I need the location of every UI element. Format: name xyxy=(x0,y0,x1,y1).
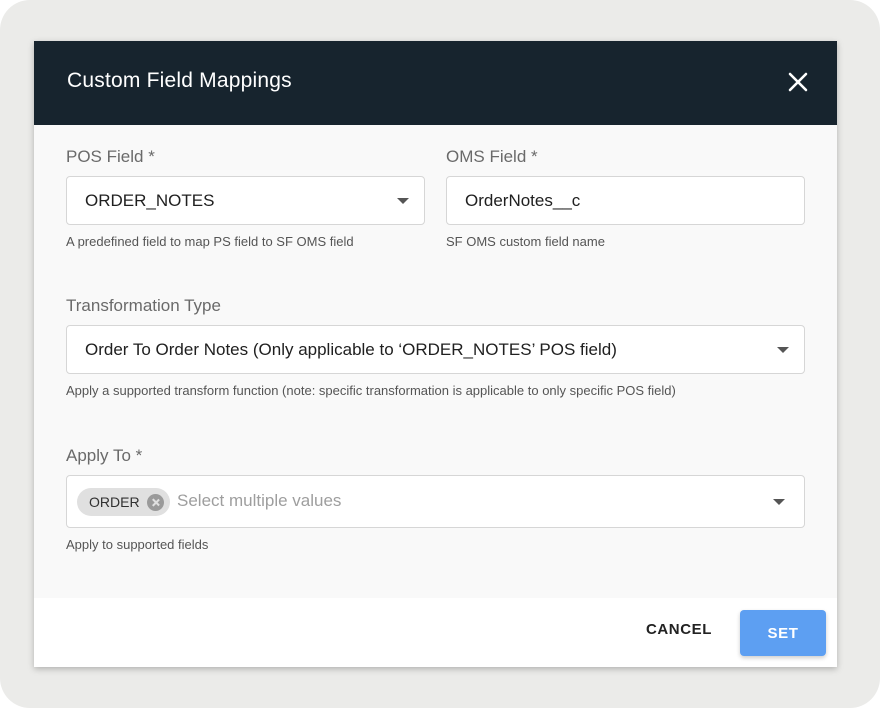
transformation-type-label: Transformation Type xyxy=(66,296,221,315)
pos-field-label: POS Field * xyxy=(66,147,155,166)
cancel-button[interactable]: CANCEL xyxy=(640,611,718,647)
close-icon[interactable] xyxy=(786,70,810,94)
chip-label: ORDER xyxy=(89,494,140,510)
dialog-footer: CANCEL SET xyxy=(34,598,837,667)
caret-down-icon xyxy=(777,347,789,353)
chip-order: ORDER xyxy=(77,488,170,516)
pos-field-value: ORDER_NOTES xyxy=(85,191,215,210)
pos-field-select[interactable]: ORDER_NOTES xyxy=(66,176,425,225)
apply-to-multiselect[interactable]: ORDER Select multiple values xyxy=(66,475,805,528)
transformation-type-value: Order To Order Notes (Only applicable to… xyxy=(85,340,617,359)
custom-field-mappings-dialog: Custom Field Mappings POS Field * ORDER_… xyxy=(34,41,837,667)
oms-field-label: OMS Field * xyxy=(446,147,538,166)
caret-down-icon xyxy=(397,198,409,204)
pos-field-helper: A predefined field to map PS field to SF… xyxy=(66,234,354,249)
caret-down-icon xyxy=(773,499,785,505)
oms-field-helper: SF OMS custom field name xyxy=(446,234,605,249)
apply-to-placeholder: Select multiple values xyxy=(177,491,342,510)
apply-to-helper: Apply to supported fields xyxy=(66,537,209,552)
transformation-type-select[interactable]: Order To Order Notes (Only applicable to… xyxy=(66,325,805,374)
oms-field-input[interactable]: OrderNotes__c xyxy=(446,176,805,225)
oms-field-value: OrderNotes__c xyxy=(465,191,581,210)
remove-chip-icon[interactable] xyxy=(146,493,164,511)
set-button[interactable]: SET xyxy=(740,610,826,656)
dialog-header: Custom Field Mappings xyxy=(34,41,837,125)
dialog-title: Custom Field Mappings xyxy=(67,69,292,92)
apply-to-label: Apply To * xyxy=(66,446,143,465)
transformation-type-helper: Apply a supported transform function (no… xyxy=(66,383,676,398)
